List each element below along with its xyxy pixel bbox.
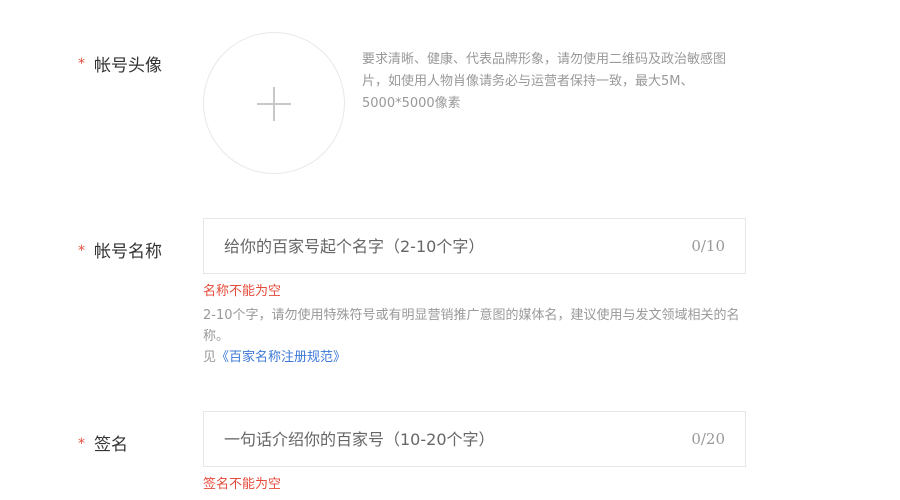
required-asterisk: *	[78, 56, 85, 72]
account-name-counter: 0/10	[691, 237, 725, 255]
account-name-input[interactable]	[204, 219, 674, 273]
account-name-tip: 2-10个字，请勿使用特殊符号或有明显营销推广意图的媒体名，建议使用与发文领域相…	[203, 308, 740, 344]
signature-counter: 0/20	[691, 430, 725, 448]
avatar-hint: 要求清晰、健康、代表品牌形象，请勿使用二维码及政治敏感图片，如使用人物肖像请务必…	[362, 52, 727, 111]
signature-error: 签名不能为空	[203, 477, 282, 492]
account-name-error: 名称不能为空	[203, 284, 282, 299]
signature-label: 签名	[94, 435, 128, 455]
required-asterisk: *	[78, 436, 85, 452]
signature-field: 0/20	[203, 411, 746, 467]
signature-input[interactable]	[204, 412, 674, 466]
avatar-upload-button[interactable]	[203, 32, 345, 174]
naming-rules-link[interactable]: 《百家名称注册规范》	[216, 350, 346, 365]
account-name-label: 帐号名称	[94, 242, 162, 262]
required-asterisk: *	[78, 243, 85, 259]
naming-rules-line: 见《百家名称注册规范》	[203, 347, 346, 368]
account-name-field: 0/10	[203, 218, 746, 274]
avatar-label: 帐号头像	[94, 56, 162, 76]
see-prefix: 见	[203, 350, 217, 365]
